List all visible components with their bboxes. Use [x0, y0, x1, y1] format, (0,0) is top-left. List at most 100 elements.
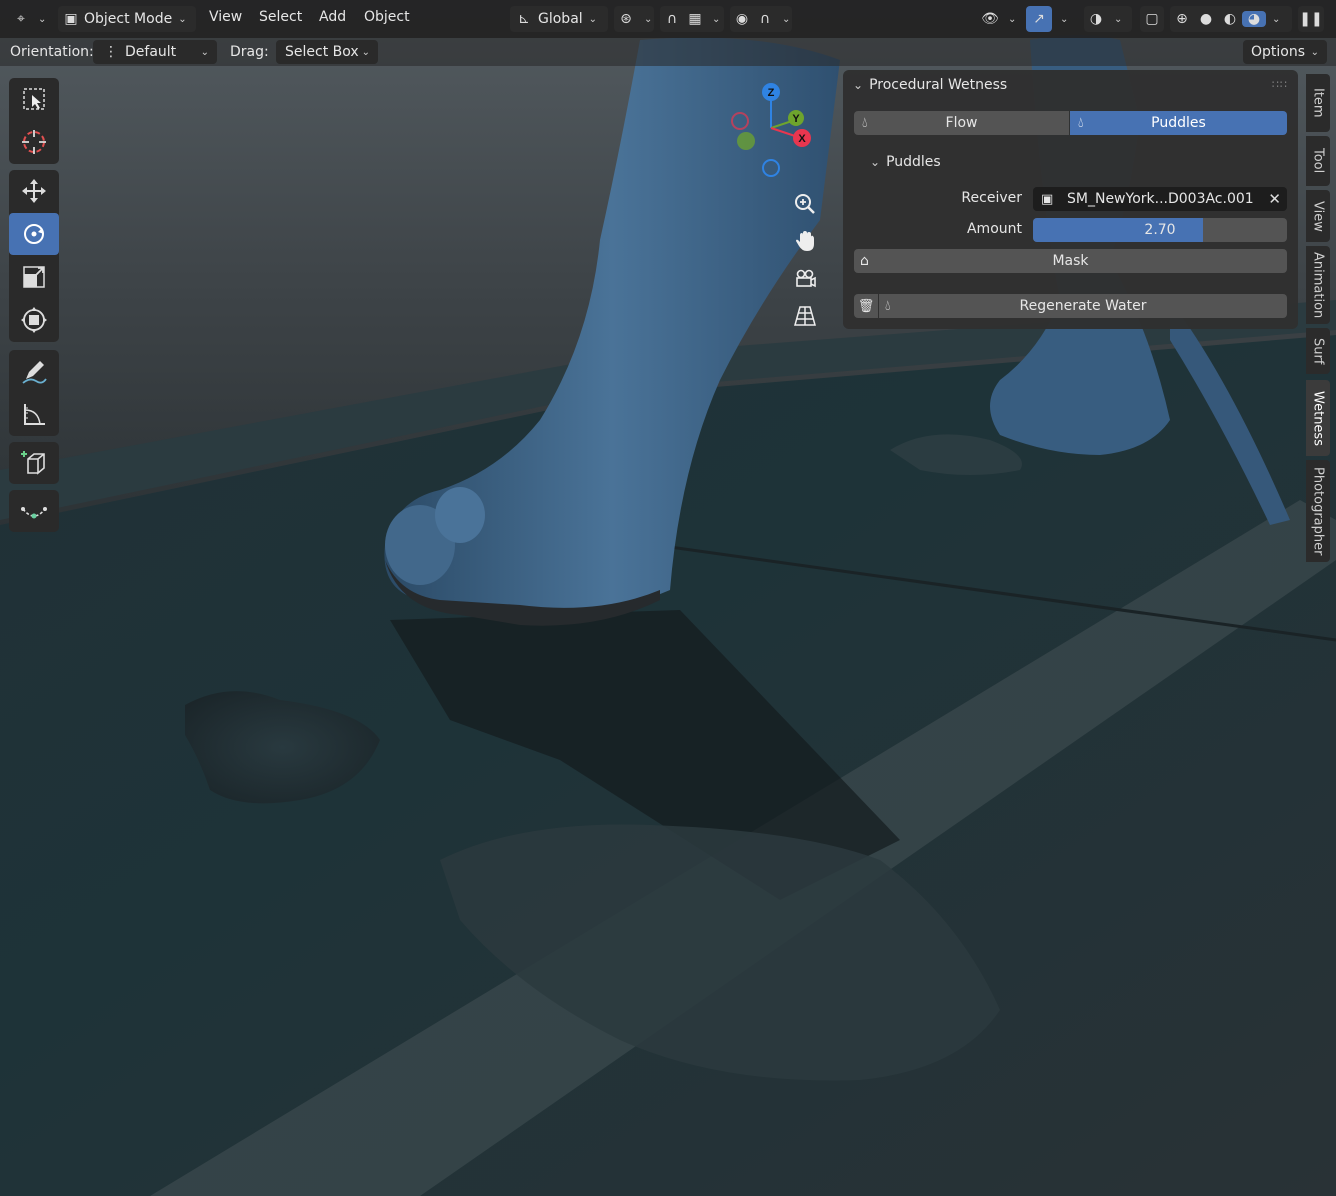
chevron-down-icon: ⌄	[644, 13, 653, 25]
neg-z-axis-ball[interactable]	[762, 159, 780, 177]
measure-tool[interactable]	[9, 393, 59, 435]
clear-receiver-icon[interactable]: ✕	[1268, 190, 1281, 208]
receiver-value: SM_NewYork...D003Ac.001	[1067, 191, 1254, 207]
snap-group[interactable]: ∩ ▦ ⌄	[660, 6, 724, 32]
pan-button[interactable]	[790, 226, 820, 256]
tab-tool[interactable]: Tool	[1306, 136, 1330, 186]
pencil-icon	[22, 361, 47, 384]
gizmo-icon: ↗	[1033, 11, 1045, 27]
sidebar-tabs: Item Tool View Animation Surf Wetness Ph…	[1306, 70, 1330, 570]
chevron-down-icon: ⌄	[1114, 13, 1123, 25]
navigation-gizmo[interactable]: Z Y X	[725, 80, 821, 180]
cursor-tool[interactable]	[9, 121, 59, 163]
amount-label: Amount	[966, 221, 1022, 237]
transform-orientation-dropdown[interactable]: ⊾ Global ⌄	[510, 6, 608, 32]
pause-render-button[interactable]: ❚❚	[1298, 6, 1324, 32]
curve-tool[interactable]	[9, 490, 59, 532]
receiver-label: Receiver	[961, 190, 1022, 206]
select-box-tool[interactable]	[9, 78, 59, 120]
tab-view[interactable]: View	[1306, 190, 1330, 242]
menu-view[interactable]: View	[209, 9, 242, 25]
regenerate-water-button[interactable]: 💧︎ Regenerate Water	[879, 294, 1287, 318]
visibility-dropdown[interactable]: 👁 ⌄	[978, 6, 1022, 32]
rotate-tool[interactable]	[9, 213, 59, 255]
zoom-icon	[795, 194, 815, 214]
overlays-icon: ◑	[1089, 11, 1103, 27]
chevron-down-icon: ⌄	[178, 13, 187, 25]
y-axis-ball[interactable]: Y	[788, 110, 804, 126]
move-tool[interactable]	[9, 170, 59, 212]
ruler-icon	[24, 404, 45, 425]
annotate-tool[interactable]	[9, 350, 59, 392]
transform-icon	[21, 307, 47, 333]
cursor-icon	[22, 130, 46, 154]
gizmo-dropdown[interactable]: ⌄	[1054, 6, 1076, 32]
drag-dropdown[interactable]: Select Box ⌄	[276, 40, 378, 64]
chevron-down-icon: ⌄	[200, 46, 209, 58]
orientation-dropdown[interactable]: ⋮ Default ⌄	[93, 40, 217, 64]
chevron-down-icon: ⌄	[853, 78, 864, 92]
water-drop-icon: 💧︎	[862, 115, 868, 131]
chevron-down-icon: ⌄	[1272, 13, 1281, 25]
toolbar-group-shear	[9, 490, 59, 532]
drag-handle-icon[interactable]: ∷∷	[1272, 78, 1288, 91]
amount-value: 2.70	[1144, 222, 1176, 238]
gizmo-toggle[interactable]: ↗	[1026, 6, 1052, 32]
tab-wetness[interactable]: Wetness	[1306, 380, 1330, 456]
tab-animation[interactable]: Animation	[1306, 246, 1330, 324]
mesh-object-icon: ▣	[1041, 191, 1054, 207]
snap-grid-icon: ▦	[688, 11, 702, 27]
tab-tool-label: Tool	[1310, 148, 1326, 174]
amount-slider[interactable]: 2.70	[1033, 218, 1287, 242]
rotate-icon	[24, 224, 44, 244]
chevron-down-icon: ⌄	[38, 13, 47, 25]
tab-flow[interactable]: 💧︎ Flow	[854, 111, 1069, 135]
orientation-value: Default	[125, 44, 177, 60]
menu-object[interactable]: Object	[364, 9, 410, 25]
toolbar-group-annotate	[9, 350, 59, 436]
material-shading-icon: ◐	[1223, 11, 1237, 27]
transform-tool[interactable]	[9, 299, 59, 341]
water-drop-icon: 💧︎	[885, 298, 891, 314]
camera-view-button[interactable]	[790, 264, 820, 294]
tab-surf[interactable]: Surf	[1306, 328, 1330, 374]
amount-slider-fill	[1033, 218, 1204, 242]
zoom-button[interactable]	[790, 189, 820, 219]
z-axis-ball[interactable]: Z	[762, 83, 780, 101]
scale-tool[interactable]	[9, 256, 59, 298]
menu-add[interactable]: Add	[319, 9, 346, 25]
pivot-point-dropdown[interactable]: ⊛ ⌄	[614, 6, 654, 32]
proportional-edit-group[interactable]: ◉ ∩ ⌄	[730, 6, 792, 32]
procedural-wetness-panel: ⌄ Procedural Wetness ∷∷ 💧︎ Flow 💧︎ Puddl…	[843, 70, 1298, 329]
rendered-shading-icon: ◕	[1242, 11, 1266, 27]
chevron-down-icon: ⌄	[1310, 46, 1319, 58]
tab-item[interactable]: Item	[1306, 74, 1330, 132]
options-dropdown[interactable]: Options ⌄	[1243, 40, 1327, 64]
camera-icon	[796, 269, 816, 288]
viewport-header: ⌖ ⌄ ▣ Object Mode ⌄ View Select Add Obje…	[0, 0, 1336, 38]
x-axis-ball[interactable]: X	[793, 129, 811, 147]
chevron-down-icon: ⌄	[1008, 13, 1017, 25]
perspective-toggle-button[interactable]	[790, 301, 820, 331]
tab-photographer[interactable]: Photographer	[1306, 460, 1330, 562]
options-label: Options	[1251, 44, 1306, 60]
mask-button[interactable]: ⌂ Mask	[854, 249, 1287, 273]
puddles-subpanel-header[interactable]: ⌄ Puddles	[870, 154, 941, 170]
transform-orientation-label: Global	[538, 11, 583, 27]
mode-dropdown[interactable]: ▣ Object Mode ⌄	[58, 6, 196, 32]
drag-label: Drag:	[230, 44, 269, 60]
overlays-group[interactable]: ◑ ⌄	[1084, 6, 1132, 32]
neg-x-axis-ball[interactable]	[731, 112, 749, 130]
tab-puddles[interactable]: 💧︎ Puddles	[1070, 111, 1287, 135]
toolbar-group-transform	[9, 170, 59, 342]
neg-y-axis-ball[interactable]	[737, 132, 755, 150]
delete-water-button[interactable]: 🗑︎	[854, 294, 878, 318]
add-cube-tool[interactable]	[9, 442, 59, 484]
panel-header[interactable]: ⌄ Procedural Wetness	[853, 77, 1007, 93]
menu-select[interactable]: Select	[259, 9, 302, 25]
x-axis-label: X	[798, 133, 806, 145]
editor-type-button[interactable]: ⌖ ⌄	[10, 6, 50, 32]
receiver-field[interactable]: ▣ SM_NewYork...D003Ac.001 ✕	[1033, 187, 1287, 211]
xray-toggle[interactable]: ▢	[1140, 6, 1164, 32]
shading-group[interactable]: ⊕ ● ◐ ◕ ⌄	[1170, 6, 1292, 32]
